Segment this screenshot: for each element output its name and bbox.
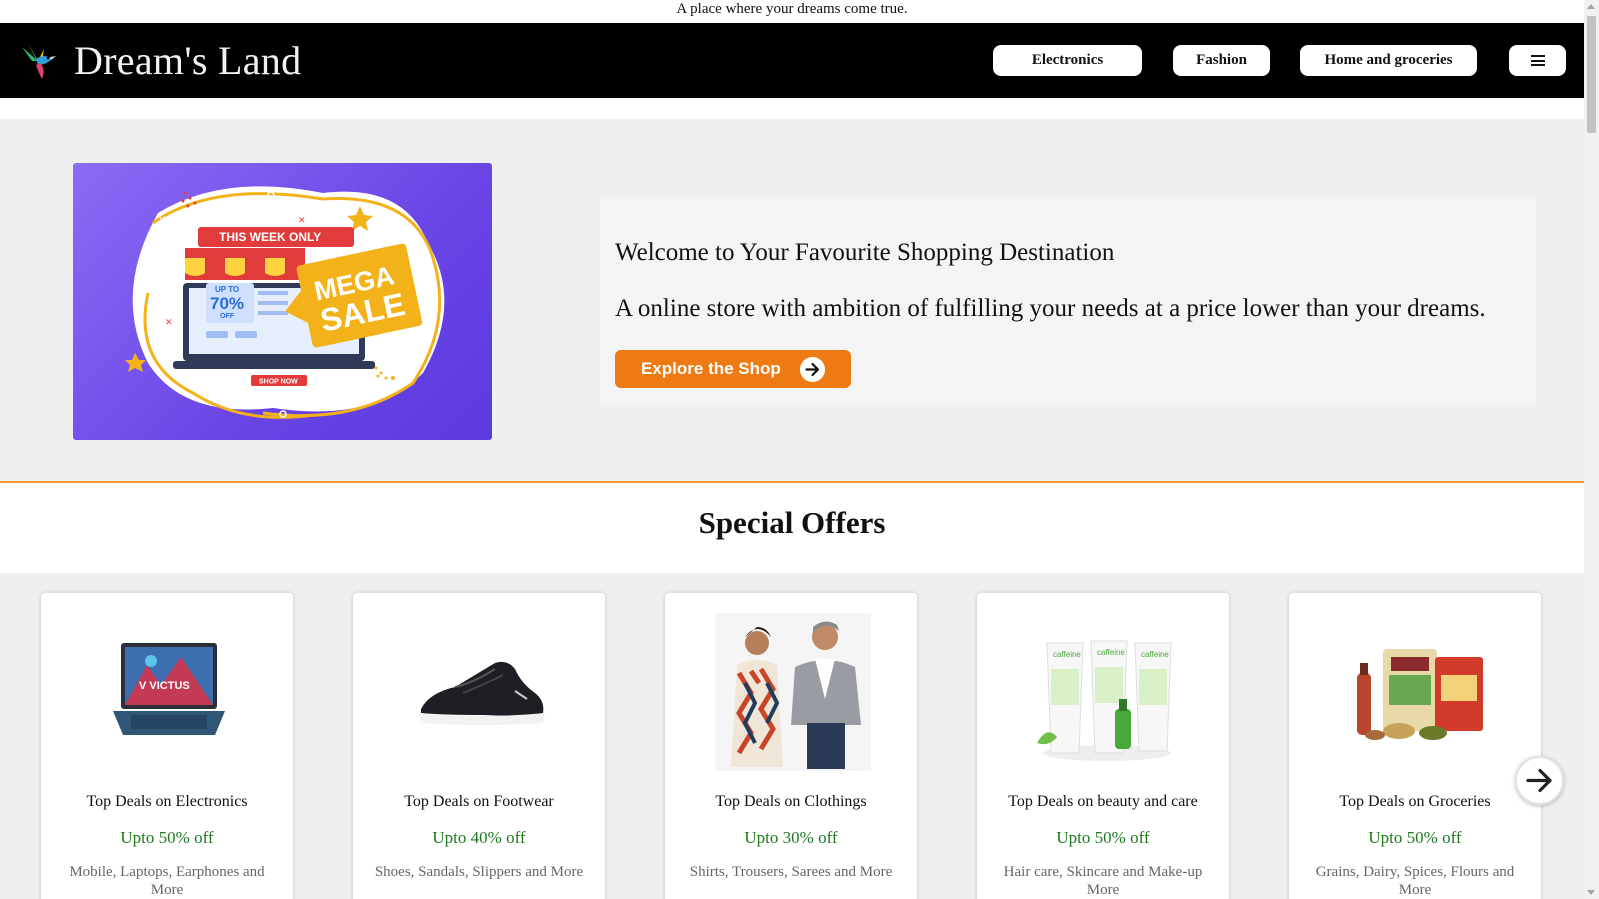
brand-name[interactable]: Dream's Land (74, 37, 301, 84)
explore-shop-button[interactable]: Explore the Shop (615, 350, 851, 388)
scroll-up-arrow-icon[interactable] (1587, 4, 1595, 9)
navbar: Dream's Land Electronics Fashion Home an… (0, 23, 1584, 98)
svg-text:✕: ✕ (298, 215, 306, 225)
offer-title: Top Deals on Footwear (404, 793, 554, 810)
svg-text:✕: ✕ (165, 317, 173, 327)
offer-title: Top Deals on Clothings (715, 793, 867, 810)
offer-discount: Upto 50% off (120, 828, 214, 847)
offer-card-beauty-care[interactable]: caffeine caffeine caffeine Top Deals on … (977, 593, 1229, 899)
menu-button[interactable] (1509, 45, 1566, 76)
banner-discount-value: 70% (210, 294, 244, 313)
tagline: A place where your dreams come true. (0, 0, 1584, 23)
offer-discount: Upto 50% off (1368, 828, 1462, 847)
offer-description: Hair care, Skincare and Make-up More (1003, 864, 1203, 898)
svg-text:✕: ✕ (141, 280, 149, 290)
banner-discount-prefix: UP TO (215, 285, 239, 294)
offer-discount: Upto 50% off (1056, 828, 1150, 847)
svg-text:caffeine: caffeine (1097, 648, 1125, 657)
offer-title: Top Deals on beauty and care (1008, 793, 1198, 810)
svg-text:caffeine: caffeine (1053, 650, 1081, 659)
special-offers-title: Special Offers (698, 505, 886, 540)
mega-sale-banner[interactable]: ✕ ✕ ✕ ✕ THIS WEEK ONLY UP TO 70% OFF MEG… (73, 163, 492, 440)
offer-description: Shirts, Trousers, Sarees and More (689, 864, 893, 880)
offer-description: Shoes, Sandals, Slippers and More (374, 864, 584, 880)
groceries-image (1357, 649, 1483, 740)
svg-text:✕: ✕ (158, 215, 166, 226)
svg-text:caffeine: caffeine (1141, 650, 1169, 659)
vertical-scrollbar[interactable] (1584, 0, 1599, 899)
banner-badge-text: THIS WEEK ONLY (219, 230, 321, 244)
arrow-right-icon (1526, 768, 1552, 793)
scroll-down-arrow-icon[interactable] (1587, 890, 1595, 895)
arrow-right-icon (800, 357, 825, 382)
hero-text-panel: Welcome to Your Favourite Shopping Desti… (600, 199, 1536, 405)
hero-subheading: A online store with ambition of fulfilli… (615, 295, 1486, 322)
hero-section: ✕ ✕ ✕ ✕ THIS WEEK ONLY UP TO 70% OFF MEG… (0, 119, 1584, 483)
couple-image (715, 613, 871, 771)
offer-discount: Upto 30% off (744, 828, 838, 847)
offer-card-electronics[interactable]: V VICTUS Top Deals on Electronics Upto 5… (41, 593, 293, 899)
offer-card-groceries[interactable]: Top Deals on Groceries Upto 50% off Grai… (1289, 593, 1541, 899)
banner-cta-text: SHOP NOW (259, 379, 298, 386)
scroll-thumb[interactable] (1587, 16, 1596, 133)
offer-card-clothings[interactable]: Top Deals on Clothings Upto 30% off Shir… (665, 593, 917, 899)
special-offers-carousel: V VICTUS Top Deals on Electronics Upto 5… (0, 573, 1584, 899)
nav-fashion-button[interactable]: Fashion (1173, 45, 1270, 76)
mega-sale-illustration: ✕ ✕ ✕ ✕ THIS WEEK ONLY UP TO 70% OFF MEG… (125, 186, 445, 419)
nav-electronics-button[interactable]: Electronics (993, 45, 1142, 76)
svg-text:V VICTUS: V VICTUS (139, 680, 190, 692)
hummingbird-icon[interactable] (18, 39, 58, 83)
offer-title: Top Deals on Electronics (86, 793, 248, 810)
offer-title: Top Deals on Groceries (1339, 793, 1491, 810)
hamburger-menu-icon (1530, 55, 1545, 66)
banner-discount-suffix: OFF (220, 313, 235, 320)
carousel-next-button[interactable] (1515, 756, 1564, 805)
laptop-image: V VICTUS (113, 643, 225, 735)
offer-description: Mobile, Laptops, Earphones and More (69, 864, 265, 898)
nav-home-groceries-button[interactable]: Home and groceries (1300, 45, 1477, 76)
sneaker-image (419, 661, 545, 725)
offer-description: Grains, Dairy, Spices, Flours and More (1315, 864, 1515, 898)
offer-card-footwear[interactable]: Top Deals on Footwear Upto 40% off Shoes… (353, 593, 605, 899)
skincare-image: caffeine caffeine caffeine (1037, 640, 1172, 761)
hero-heading: Welcome to Your Favourite Shopping Desti… (615, 239, 1115, 266)
explore-shop-label: Explore the Shop (641, 359, 781, 378)
offer-discount: Upto 40% off (432, 828, 526, 847)
